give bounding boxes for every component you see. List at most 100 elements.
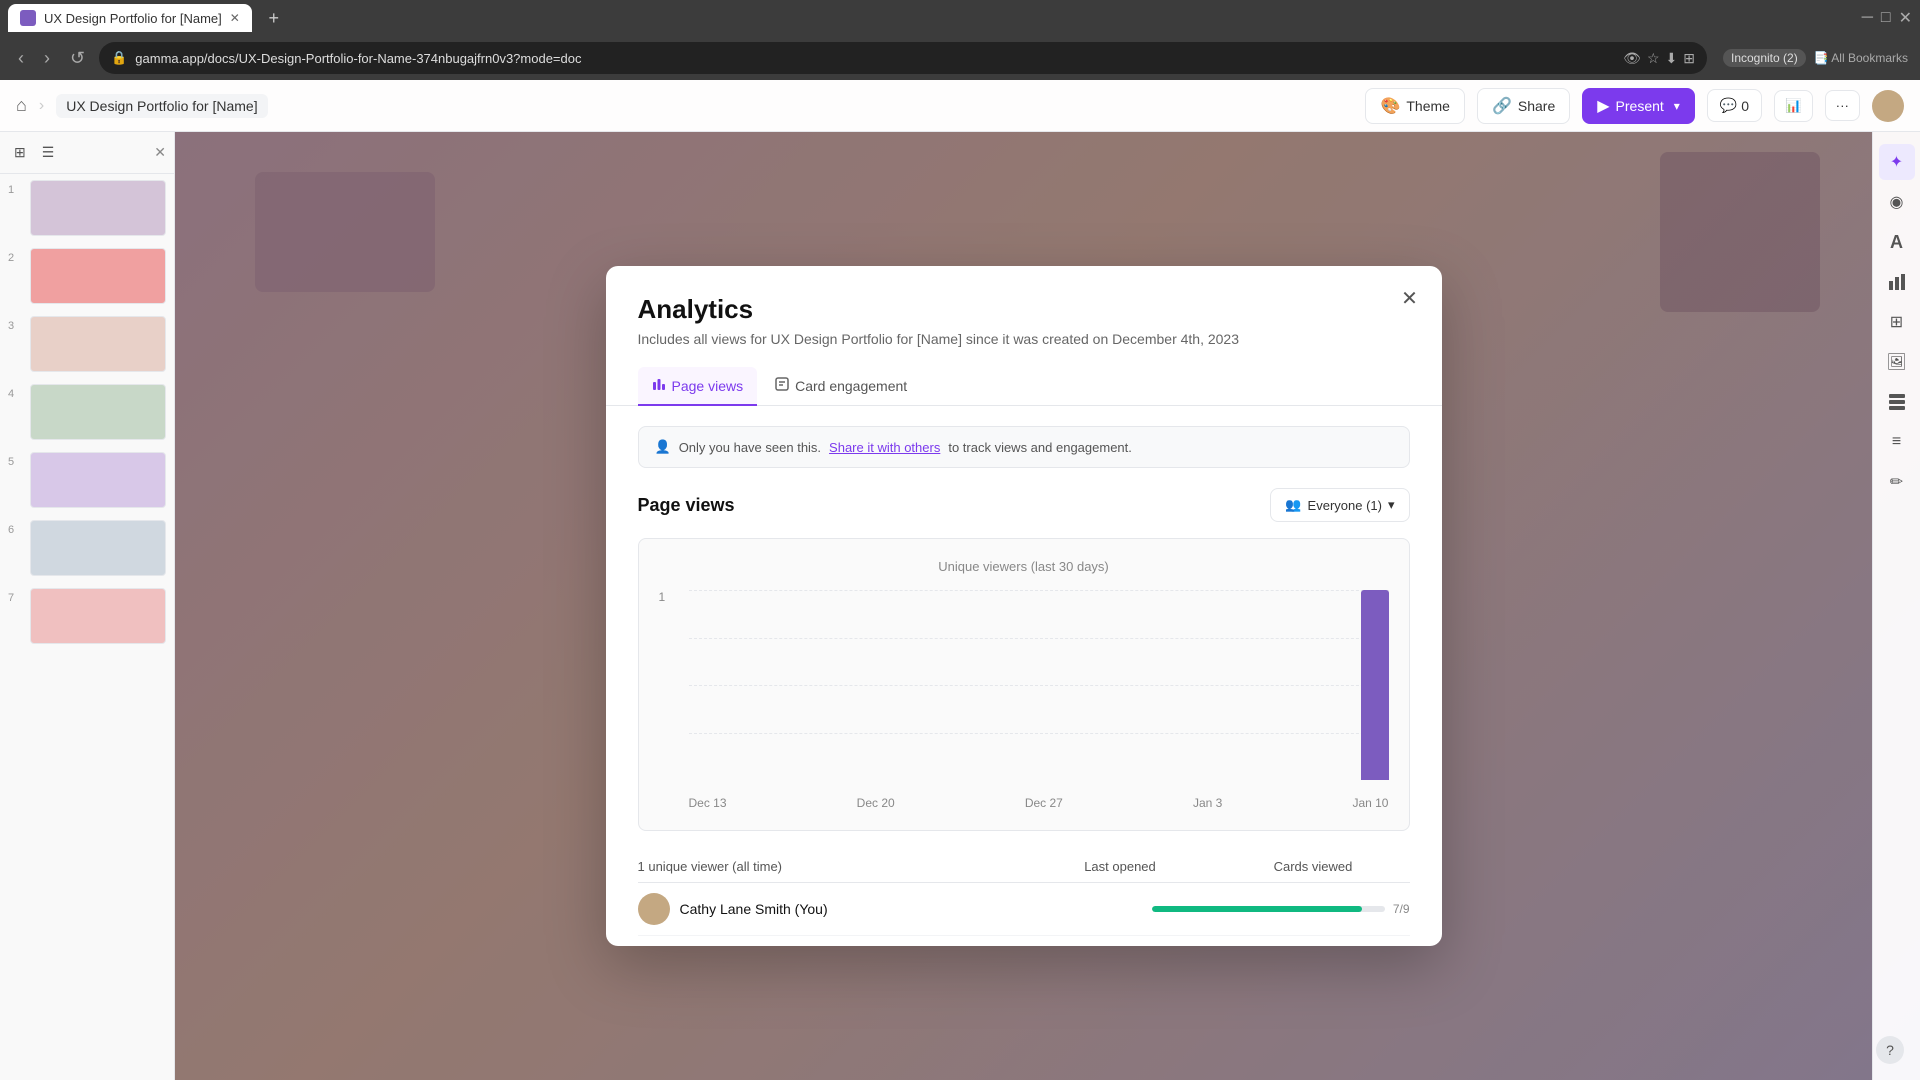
viewer-row: Cathy Lane Smith (You) 7/9 <box>638 883 1410 936</box>
more-button[interactable]: ··· <box>1825 90 1860 121</box>
eye-off-icon: 👁 <box>1623 50 1641 67</box>
page-views-section-header: Page views 👥 Everyone (1) ▾ <box>638 488 1410 522</box>
color-panel-icon[interactable]: ◉ <box>1879 184 1915 220</box>
modal-title: Analytics <box>638 294 1410 325</box>
slide-thumbnail <box>30 316 166 372</box>
list-panel-icon[interactable]: ≡ <box>1879 424 1915 460</box>
analytics-button[interactable]: 📊 <box>1774 90 1813 122</box>
minimize-button[interactable]: ─ <box>1862 9 1873 27</box>
last-opened-column-header: Last opened <box>1024 859 1217 874</box>
chart-x-labels: Dec 13 Dec 20 Dec 27 Jan 3 Jan 10 <box>689 796 1389 810</box>
analytics-panel-icon[interactable] <box>1879 264 1915 300</box>
slide-thumbnail <box>30 384 166 440</box>
slide-number: 3 <box>8 316 22 372</box>
browser-tab[interactable]: UX Design Portfolio for [Name] ✕ <box>8 4 252 32</box>
present-button[interactable]: ▶ Present ▾ <box>1582 88 1695 124</box>
slide-item[interactable]: 5 <box>0 446 174 514</box>
app-header: ⌂ › UX Design Portfolio for [Name] 🎨 The… <box>0 80 1920 132</box>
url-text: gamma.app/docs/UX-Design-Portfolio-for-N… <box>135 51 1615 66</box>
incognito-label: Incognito (2) <box>1723 49 1806 67</box>
share-icon: 🔗 <box>1492 96 1512 116</box>
slide-number: 2 <box>8 248 22 304</box>
everyone-filter-dropdown[interactable]: 👥 Everyone (1) ▾ <box>1270 488 1409 522</box>
x-label-dec13: Dec 13 <box>689 796 727 810</box>
table-panel-icon[interactable] <box>1879 384 1915 420</box>
ai-panel-icon[interactable]: ✦ <box>1879 144 1915 180</box>
address-bar-icons: 👁 ☆ ⬇ ⊞ <box>1623 50 1695 67</box>
right-panel: ✦ ◉ A ⊞ 🖼 ≡ ✏ <box>1872 132 1920 1080</box>
chart-bar-group <box>1361 590 1389 780</box>
slide-item[interactable]: 2 <box>0 242 174 310</box>
slide-item[interactable]: 4 <box>0 378 174 446</box>
reload-button[interactable]: ↺ <box>64 44 91 73</box>
chart-title: Unique viewers (last 30 days) <box>659 559 1389 574</box>
slide-item[interactable]: 1 <box>0 174 174 242</box>
slide-item[interactable]: 6 <box>0 514 174 582</box>
modal-tabs: Page views Card engagement <box>606 367 1442 406</box>
slide-thumbnail <box>30 520 166 576</box>
edit-panel-icon[interactable]: ✏ <box>1879 464 1915 500</box>
modal-close-button[interactable]: ✕ <box>1394 282 1426 314</box>
progress-bar-background <box>1152 906 1385 912</box>
share-it-link[interactable]: Share it with others <box>829 440 940 455</box>
slide-item[interactable]: 7 <box>0 582 174 650</box>
new-tab-button[interactable]: + <box>260 4 288 32</box>
slide-number: 6 <box>8 520 22 576</box>
tab-page-views[interactable]: Page views <box>638 367 758 406</box>
lock-icon: 🔒 <box>111 50 127 66</box>
bookmarks-icon: 📑 All Bookmarks <box>1814 51 1908 65</box>
viewer-avatar <box>638 893 670 925</box>
stats-table-header: 1 unique viewer (all time) Last opened C… <box>638 851 1410 883</box>
share-button[interactable]: 🔗 Share <box>1477 88 1570 124</box>
chart-area: 1 Dec 13 Dec 20 Dec 27 Jan 3 Jan <box>659 590 1389 810</box>
home-icon[interactable]: ⌂ <box>16 95 27 116</box>
breadcrumb-separator: › <box>39 97 44 115</box>
notice-user-icon: 👤 <box>655 439 671 455</box>
viewer-name: Cathy Lane Smith (You) <box>680 901 828 917</box>
slide-item[interactable]: 3 <box>0 310 174 378</box>
modal-overlay[interactable]: Analytics Includes all views for UX Desi… <box>175 132 1872 1080</box>
card-engagement-tab-icon <box>775 377 789 394</box>
extension-icon: ⊞ <box>1683 50 1695 67</box>
progress-bar-container: 7/9 <box>1152 902 1409 916</box>
tab-card-engagement[interactable]: Card engagement <box>761 367 921 406</box>
forward-button[interactable]: › <box>38 44 56 73</box>
progress-text: 7/9 <box>1393 902 1410 916</box>
help-button[interactable]: ? <box>1876 1036 1904 1064</box>
people-icon: 👥 <box>1285 497 1301 513</box>
sidebar-close-button[interactable]: ✕ <box>154 144 166 161</box>
x-label-dec20: Dec 20 <box>857 796 895 810</box>
present-dropdown-icon[interactable]: ▾ <box>1674 99 1680 113</box>
chart-bar <box>1361 590 1389 780</box>
chart-y-label: 1 <box>659 590 666 604</box>
breadcrumb[interactable]: UX Design Portfolio for [Name] <box>56 94 267 118</box>
tab-card-engagement-label: Card engagement <box>795 378 907 394</box>
comment-count: 0 <box>1741 98 1749 114</box>
back-button[interactable]: ‹ <box>12 44 30 73</box>
slide-thumbnail <box>30 180 166 236</box>
browser-right-icons: Incognito (2) 📑 All Bookmarks <box>1723 49 1908 67</box>
image-panel-icon[interactable]: 🖼 <box>1879 344 1915 380</box>
modal-body: 👤 Only you have seen this. Share it with… <box>606 406 1442 946</box>
sidebar: ⊞ ☰ ✕ 1 2 3 4 5 6 7 <box>0 132 175 1080</box>
address-bar[interactable]: 🔒 gamma.app/docs/UX-Design-Portfolio-for… <box>99 42 1707 74</box>
user-avatar[interactable] <box>1872 90 1904 122</box>
tab-title: UX Design Portfolio for [Name] <box>44 11 222 26</box>
text-panel-icon[interactable]: A <box>1879 224 1915 260</box>
comment-icon: 💬 <box>1720 97 1737 114</box>
tab-favicon <box>20 10 36 26</box>
theme-button[interactable]: 🎨 Theme <box>1365 88 1465 124</box>
close-window-button[interactable]: ✕ <box>1899 8 1912 28</box>
notice-after-text: to track views and engagement. <box>948 440 1132 455</box>
filter-label: Everyone (1) <box>1308 498 1382 513</box>
slide-number: 7 <box>8 588 22 644</box>
comments-button[interactable]: 💬 0 <box>1707 89 1762 122</box>
browser-titlebar: UX Design Portfolio for [Name] ✕ + ─ □ ✕ <box>0 0 1920 36</box>
maximize-button[interactable]: □ <box>1881 9 1891 27</box>
cards-viewed-column-header: Cards viewed <box>1217 859 1410 874</box>
tab-close-button[interactable]: ✕ <box>230 11 240 25</box>
list-view-button[interactable]: ☰ <box>36 140 61 165</box>
tab-page-views-label: Page views <box>672 378 744 394</box>
layout-panel-icon[interactable]: ⊞ <box>1879 304 1915 340</box>
grid-view-button[interactable]: ⊞ <box>8 140 32 165</box>
